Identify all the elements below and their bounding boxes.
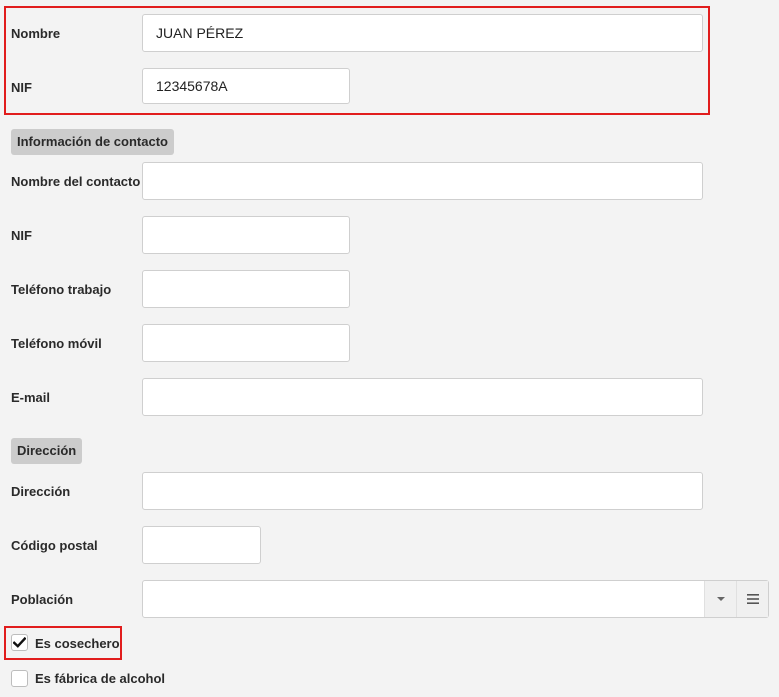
address-input[interactable] <box>142 472 703 510</box>
town-dropdown-button[interactable] <box>704 581 736 617</box>
contact-nif-label: NIF <box>11 228 32 243</box>
postal-code-input[interactable] <box>142 526 261 564</box>
es-cosechero-checkbox[interactable] <box>11 634 28 651</box>
caret-down-icon <box>716 597 725 601</box>
town-label: Población <box>11 592 74 607</box>
es-fabrica-alcohol-label[interactable]: Es fábrica de alcohol <box>35 671 165 686</box>
address-section-title: Dirección <box>11 438 83 464</box>
contact-section-title: Información de contacto <box>11 129 174 155</box>
town-list-button[interactable] <box>736 581 768 617</box>
name-label: Nombre <box>11 26 61 41</box>
town-combobox[interactable] <box>142 580 769 618</box>
nif-input[interactable] <box>142 68 350 104</box>
address-label: Dirección <box>11 484 71 499</box>
work-phone-input[interactable] <box>142 270 350 308</box>
email-label: E-mail <box>11 390 51 405</box>
mobile-phone-input[interactable] <box>142 324 350 362</box>
list-menu-icon <box>746 594 759 604</box>
name-input[interactable] <box>142 14 703 52</box>
town-input[interactable] <box>143 581 702 617</box>
es-fabrica-alcohol-checkbox[interactable] <box>11 670 28 687</box>
contact-name-label: Nombre del contacto <box>11 174 141 189</box>
es-cosechero-label[interactable]: Es cosechero <box>35 636 120 651</box>
contact-nif-input[interactable] <box>142 216 350 254</box>
check-icon <box>13 637 26 648</box>
work-phone-label: Teléfono trabajo <box>11 282 112 297</box>
mobile-phone-label: Teléfono móvil <box>11 336 102 351</box>
postal-code-label: Código postal <box>11 538 98 553</box>
contact-name-input[interactable] <box>142 162 703 200</box>
nif-label: NIF <box>11 80 32 95</box>
email-input[interactable] <box>142 378 703 416</box>
